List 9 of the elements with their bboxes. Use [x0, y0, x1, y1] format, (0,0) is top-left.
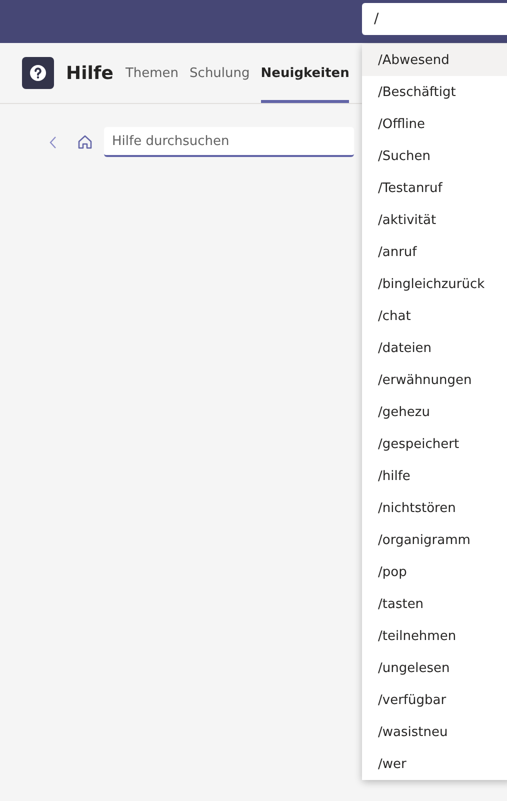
tab[interactable]: Schulung: [190, 43, 250, 103]
help-icon: [22, 57, 54, 89]
command-field[interactable]: /: [362, 3, 507, 35]
menu-item[interactable]: /wer: [362, 748, 507, 780]
tab[interactable]: Themen: [125, 43, 179, 103]
search-field[interactable]: Hilfe durchsuchen: [104, 127, 354, 157]
app-title: Hilfe: [66, 62, 114, 84]
tab[interactable]: Neuigkeiten: [260, 43, 350, 103]
menu-item[interactable]: /Abwesend: [362, 44, 507, 76]
